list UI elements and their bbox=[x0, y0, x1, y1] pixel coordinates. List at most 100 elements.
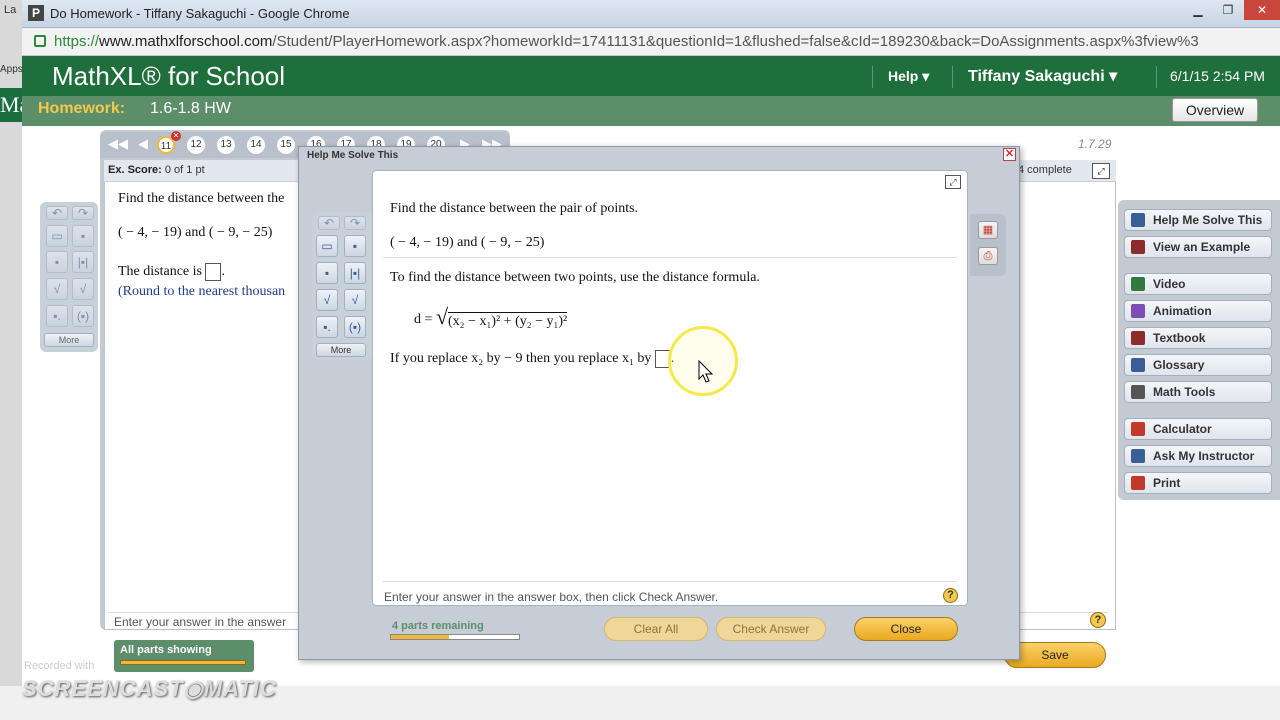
header-divider bbox=[1156, 66, 1157, 88]
side-button-ask-my-instructor[interactable]: Ask My Instructor bbox=[1124, 445, 1272, 467]
first-question-icon[interactable]: ◀◀ bbox=[108, 136, 128, 152]
absolute-value-icon[interactable]: |▪| bbox=[344, 262, 366, 284]
help-question-icon[interactable]: ? bbox=[943, 588, 958, 603]
maximize-icon[interactable]: ❐ bbox=[1214, 0, 1242, 20]
question-prompt: Find the distance between the bbox=[118, 191, 285, 206]
answer-label: The distance is bbox=[118, 264, 202, 280]
redo-icon[interactable]: ↷ bbox=[72, 206, 94, 220]
score-label: Ex. Score: bbox=[108, 164, 162, 176]
check-answer-button[interactable]: Check Answer bbox=[716, 617, 826, 641]
dialog-close-icon[interactable]: ✕ bbox=[1003, 148, 1016, 161]
screencast-watermark: SCREENCAST◉MATIC bbox=[22, 676, 277, 701]
divider bbox=[383, 257, 957, 258]
datetime: 6/1/15 2:54 PM bbox=[1170, 68, 1265, 84]
decimal-icon[interactable]: ▪. bbox=[316, 316, 338, 338]
parts-remaining: 4 parts remaining bbox=[392, 620, 484, 632]
help-menu[interactable]: Help ▾ bbox=[888, 68, 929, 85]
address-bar[interactable]: https://www.mathxlforschool.com/Student/… bbox=[22, 28, 1280, 56]
desktop-background: La Apps Ma bbox=[0, 0, 23, 720]
mixed-number-icon[interactable]: ▪ bbox=[344, 235, 366, 257]
textbook-icon bbox=[1131, 331, 1145, 345]
print-icon bbox=[1131, 476, 1145, 490]
side-button-label: Glossary bbox=[1153, 358, 1205, 372]
side-button-label: Animation bbox=[1153, 304, 1212, 318]
answer-input[interactable] bbox=[205, 263, 222, 281]
dialog-title: Help Me Solve This bbox=[307, 150, 399, 161]
fraction-icon[interactable]: ▭ bbox=[46, 225, 68, 247]
tools-icon bbox=[1131, 385, 1145, 399]
brand-logo: MathXL® for School bbox=[52, 61, 286, 91]
nth-root-icon[interactable]: √ bbox=[72, 278, 94, 300]
desktop-window-fragment: Ma bbox=[0, 88, 22, 122]
expand-question-icon[interactable]: ⤢ bbox=[1092, 163, 1110, 179]
desktop-apps-fragment: Apps bbox=[0, 64, 23, 75]
video-icon bbox=[1131, 277, 1145, 291]
close-button[interactable]: Close bbox=[854, 617, 958, 641]
question-number[interactable]: 15 bbox=[277, 136, 295, 154]
round-note: (Round to the nearest thousan bbox=[118, 284, 286, 299]
side-button-glossary[interactable]: Glossary bbox=[1124, 354, 1272, 376]
site-favicon-icon: P bbox=[28, 5, 44, 21]
divider bbox=[383, 581, 957, 582]
exponent-icon[interactable]: ▪ bbox=[46, 251, 68, 273]
complete-count: 4 complete bbox=[1018, 164, 1072, 176]
sqrt-icon[interactable]: √ bbox=[46, 278, 68, 300]
help-question-icon[interactable]: ? bbox=[1090, 612, 1106, 628]
sqrt-sign-icon: √ bbox=[436, 304, 449, 329]
side-button-view-an-example[interactable]: View an Example bbox=[1124, 236, 1272, 258]
calculator-icon[interactable]: ▦ bbox=[978, 221, 998, 239]
dialog-instruction: To find the distance between two points,… bbox=[390, 270, 760, 285]
incorrect-icon: ✕ bbox=[171, 131, 181, 141]
minimize-icon[interactable]: ▁ bbox=[1184, 0, 1212, 20]
prev-question-icon[interactable]: ◀ bbox=[138, 136, 148, 152]
header-divider bbox=[872, 66, 873, 88]
dialog-hint: Enter your answer in the answer box, the… bbox=[384, 590, 719, 604]
side-button-math-tools[interactable]: Math Tools bbox=[1124, 381, 1272, 403]
question-number[interactable]: 13 bbox=[217, 136, 235, 154]
print-icon[interactable]: ⎙ bbox=[978, 247, 998, 265]
more-button[interactable]: More bbox=[316, 343, 366, 357]
glossary-icon bbox=[1131, 358, 1145, 372]
all-parts-bar bbox=[120, 660, 246, 665]
homework-label: Homework: bbox=[38, 100, 126, 117]
parts-progress bbox=[390, 634, 520, 640]
interval-icon[interactable]: (▪) bbox=[72, 305, 94, 327]
side-button-textbook[interactable]: Textbook bbox=[1124, 327, 1272, 349]
side-button-label: Math Tools bbox=[1153, 385, 1216, 399]
lock-icon bbox=[34, 35, 46, 47]
undo-icon[interactable]: ↶ bbox=[318, 216, 340, 230]
side-button-calculator[interactable]: Calculator bbox=[1124, 418, 1272, 440]
question-number[interactable]: 14 bbox=[247, 136, 265, 154]
side-button-print[interactable]: Print bbox=[1124, 472, 1272, 494]
exponent-icon[interactable]: ▪ bbox=[316, 262, 338, 284]
side-button-animation[interactable]: Animation bbox=[1124, 300, 1272, 322]
nth-root-icon[interactable]: √ bbox=[344, 289, 366, 311]
mixed-number-icon[interactable]: ▪ bbox=[72, 225, 94, 247]
more-button[interactable]: More bbox=[44, 333, 94, 347]
overview-button[interactable]: Overview bbox=[1172, 98, 1258, 122]
fraction-icon[interactable]: ▭ bbox=[316, 235, 338, 257]
question-number[interactable]: 12 bbox=[187, 136, 205, 154]
redo-icon[interactable]: ↷ bbox=[344, 216, 366, 230]
calculator-icon bbox=[1131, 422, 1145, 436]
user-menu[interactable]: Tiffany Sakaguchi ▾ bbox=[968, 66, 1117, 86]
side-button-video[interactable]: Video bbox=[1124, 273, 1272, 295]
dialog-points: ( − 4, − 19) and ( − 9, − 25) bbox=[390, 235, 545, 250]
all-parts-showing: All parts showing bbox=[114, 640, 254, 672]
ask-icon bbox=[1131, 449, 1145, 463]
absolute-value-icon[interactable]: |▪| bbox=[72, 251, 94, 273]
expand-icon[interactable]: ⤢ bbox=[945, 175, 961, 189]
url-text[interactable]: https://www.mathxlforschool.com/Student/… bbox=[54, 33, 1199, 50]
clear-all-button[interactable]: Clear All bbox=[604, 617, 708, 641]
recorded-with-label: Recorded with bbox=[24, 660, 95, 672]
interval-icon[interactable]: (▪) bbox=[344, 316, 366, 338]
side-button-help-me-solve-this[interactable]: Help Me Solve This bbox=[1124, 209, 1272, 231]
question-points: ( − 4, − 19) and ( − 9, − 25) bbox=[118, 225, 273, 240]
window-title: Do Homework - Tiffany Sakaguchi - Google… bbox=[50, 6, 350, 21]
all-parts-label: All parts showing bbox=[120, 644, 212, 656]
close-window-icon[interactable]: ✕ bbox=[1244, 0, 1280, 20]
decimal-icon[interactable]: ▪. bbox=[46, 305, 68, 327]
homework-name: 1.6-1.8 HW bbox=[150, 100, 231, 117]
sqrt-icon[interactable]: √ bbox=[316, 289, 338, 311]
undo-icon[interactable]: ↶ bbox=[46, 206, 68, 220]
